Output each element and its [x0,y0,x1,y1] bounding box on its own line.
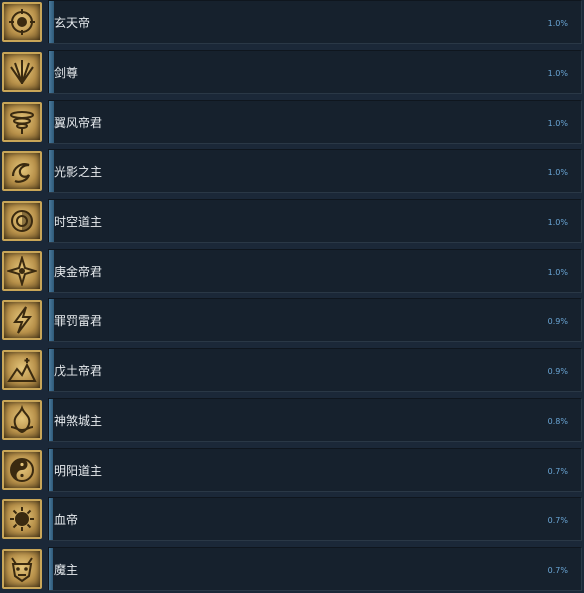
achievement-row: 戊土帝君 0.9% [0,348,584,394]
achievement-row: 时空道主 1.0% [0,198,584,245]
achievement-row: 罪罚雷君 0.9% [0,298,584,344]
progress-bar [49,498,53,541]
achievement-percent: 0.9% [547,367,568,377]
mountain-icon [2,350,42,391]
progress-panel: 时空道主 1.0% [48,198,582,243]
achievement-percent: 1.0% [547,168,568,178]
demon-mask-icon [2,549,42,589]
achievement-percent: 0.9% [547,317,568,327]
achievement-name: 魔主 [54,563,79,577]
achievement-row: 庚金帝君 1.0% [0,248,584,295]
achievement-row: 玄天帝 1.0% [0,0,584,46]
whirlwind-icon [2,101,42,142]
achievement-percent: 1.0% [547,217,568,227]
achievement-name: 庚金帝君 [54,264,103,279]
achievement-name: 翼风帝君 [54,115,103,130]
achievement-name: 神煞城主 [54,413,103,428]
achievement-row: 魔主 0.7% [0,547,584,593]
progress-panel: 戊土帝君 0.9% [48,348,582,393]
achievement-percent: 1.0% [547,19,568,28]
achievement-row: 血帝 0.7% [0,497,584,543]
achievement-name: 剑尊 [54,65,79,80]
achievement-name: 时空道主 [54,214,103,229]
progress-panel: 翼风帝君 1.0% [48,99,582,144]
achievement-row: 光影之主 1.0% [0,149,584,195]
progress-bar [49,398,54,441]
achievement-list: 玄天帝 1.0% 剑尊 1.0% 翼风帝君 1.0% 光影之主 1.0% 时空道… [0,0,584,591]
achievement-percent: 0.7% [547,466,568,476]
achievement-name: 戊土帝君 [54,364,103,379]
achievement-percent: 1.0% [547,68,568,78]
achievement-name: 罪罚雷君 [54,314,103,329]
swords-icon [2,51,42,92]
sun-emblem-icon [2,2,42,42]
achievement-row: 明阳道主 0.7% [0,447,584,494]
achievement-name: 血帝 [54,513,79,528]
achievement-name: 光影之主 [54,165,103,180]
lightning-icon [2,300,42,341]
achievement-name: 玄天帝 [54,16,91,30]
progress-panel: 神煞城主 0.8% [48,397,582,442]
progress-bar [49,548,53,590]
flame-icon [2,399,42,440]
progress-panel: 血帝 0.7% [48,497,582,542]
blood-orb-icon [2,499,42,540]
progress-panel: 罪罚雷君 0.9% [48,298,582,343]
progress-panel: 明阳道主 0.7% [48,447,582,492]
achievement-percent: 0.7% [547,516,568,526]
progress-bar [49,448,53,491]
yin-yang-icon [2,449,42,490]
achievement-percent: 1.0% [547,267,568,277]
achievement-row: 翼风帝君 1.0% [0,99,584,146]
achievement-name: 明阳道主 [54,463,103,478]
progress-panel: 光影之主 1.0% [48,149,582,194]
progress-panel: 玄天帝 1.0% [48,0,582,44]
achievement-percent: 0.8% [547,416,568,426]
achievement-percent: 0.7% [547,566,568,575]
achievement-percent: 1.0% [547,118,568,128]
achievement-row: 神煞城主 0.8% [0,397,584,444]
compass-star-icon [2,250,42,291]
vortex-icon [2,200,42,241]
progress-panel: 魔主 0.7% [48,547,582,591]
progress-panel: 庚金帝君 1.0% [48,248,582,293]
progress-panel: 剑尊 1.0% [48,49,582,94]
achievement-row: 剑尊 1.0% [0,49,584,96]
swirl-icon [2,151,42,192]
